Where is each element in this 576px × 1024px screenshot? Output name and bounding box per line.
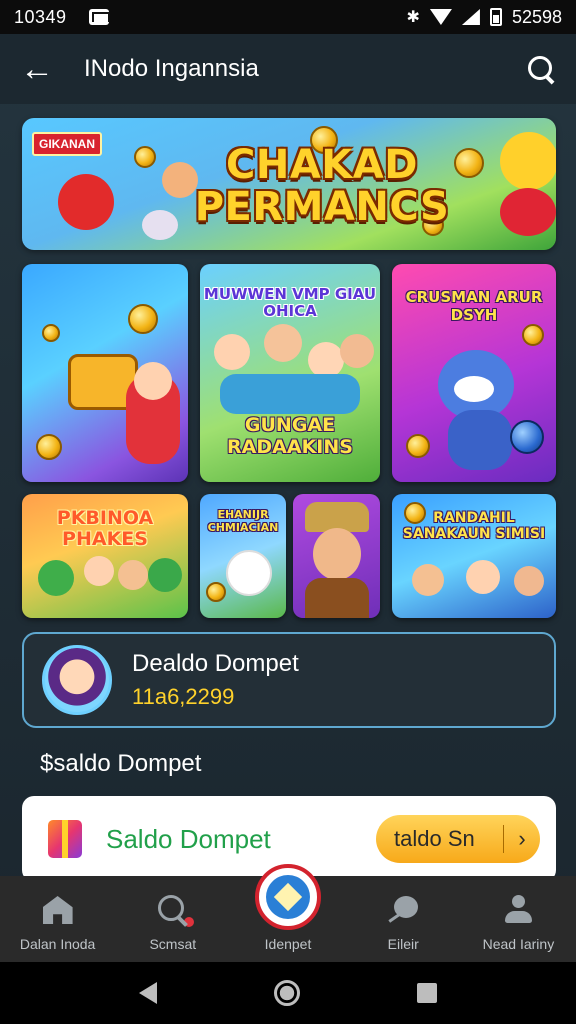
hero-body	[305, 578, 369, 618]
game-tile-treasure[interactable]	[22, 264, 188, 482]
bottom-nav: Dalan Inoda Scmsat Idenpet Eileir Nead I…	[0, 864, 576, 962]
coin-icon	[206, 582, 226, 602]
coin-icon	[406, 434, 430, 458]
tile-title-top: MUWWEN VMP GIAU OHICA	[203, 285, 377, 320]
dog-character	[226, 550, 272, 596]
game-tile-hero[interactable]	[293, 494, 380, 618]
hero-face	[313, 528, 361, 580]
banner-tag: GIKANAN	[32, 132, 102, 156]
nav-label: Nead Iariny	[482, 936, 555, 952]
nav-item-chat[interactable]: Eileir	[346, 876, 461, 962]
diamond-icon	[266, 875, 310, 919]
promo-banner[interactable]: GIKANAN CHAKAD PERMANCS	[22, 118, 556, 250]
tile-title: PKBINOA PHAKES	[56, 507, 154, 550]
search-icon[interactable]	[526, 54, 556, 84]
wallet-balance: 11a6,2299	[132, 684, 235, 709]
bluetooth-icon: ✱	[406, 9, 420, 26]
system-home-icon[interactable]	[273, 980, 300, 1006]
banner-character-body	[500, 188, 556, 236]
tile-character	[84, 556, 114, 586]
star-coin-icon	[510, 420, 544, 454]
nav-item-home[interactable]: Dalan Inoda	[0, 876, 115, 962]
wallet-card[interactable]: Dealdo Dompet 11a6,2299	[22, 632, 556, 728]
section-title: $saldo Dompet	[40, 750, 202, 777]
dog-face	[454, 376, 494, 402]
tile-character	[38, 560, 74, 596]
user-icon	[503, 895, 533, 925]
tile-title-bottom: GUNGAE RADAAKINS	[227, 414, 353, 458]
nav-label: Scmsat	[149, 936, 197, 952]
wallet-name: Dealdo Dompet	[132, 650, 299, 677]
status-right-text: 52598	[511, 6, 562, 27]
coin-icon	[404, 502, 426, 524]
page-title: INodo Ingannsia	[84, 55, 259, 82]
nav-label: Idenpet	[264, 936, 312, 952]
game-tile-friends[interactable]: MUWWEN VMP GIAU OHICA GUNGAE RADAAKINS	[200, 264, 380, 482]
system-back-icon[interactable]	[138, 982, 157, 1004]
tile-character	[412, 564, 444, 596]
phone-screen: 10349 ✱ 52598 ← INodo Ingannsia GIKANAN …	[0, 0, 576, 1024]
chevron-right-icon: ›	[518, 826, 526, 851]
back-arrow-icon[interactable]: ←	[20, 52, 56, 86]
signal-icon	[461, 9, 480, 25]
tile-title-top: CRUSMAN ARUR DSYH	[405, 288, 543, 324]
wifi-icon	[429, 9, 452, 25]
tile-character	[340, 334, 374, 368]
game-tile-monsters[interactable]: PKBINOA PHAKES	[22, 494, 188, 618]
app-bar: ← INodo Ingannsia	[0, 34, 576, 104]
tile-character	[264, 324, 302, 362]
home-icon	[42, 896, 73, 924]
notification-dot	[183, 917, 194, 927]
avatar	[42, 645, 112, 715]
nav-label: Eileir	[387, 936, 419, 952]
banner-headline: CHAKAD PERMANCS	[194, 142, 450, 230]
status-bar: 10349 ✱ 52598	[0, 0, 576, 34]
dog-body	[448, 410, 512, 470]
tile-character	[466, 560, 500, 594]
coin-icon	[134, 146, 156, 168]
tile-character-face	[134, 362, 172, 400]
chat-icon	[388, 896, 419, 924]
game-tile-adventure[interactable]: RANDAHIL SANAKAUN SIMISI	[392, 494, 556, 618]
gift-icon	[48, 820, 82, 858]
tile-character	[214, 334, 250, 370]
banner-character-bird	[58, 174, 114, 230]
banner-character-emoji	[500, 132, 556, 190]
nav-label: Dalan Inoda	[19, 936, 96, 952]
battery-icon	[489, 8, 502, 26]
nav-item-wallet[interactable]: Idenpet	[230, 864, 345, 962]
search-icon	[157, 895, 194, 927]
saldo-action-button[interactable]: taldo Sn ›	[376, 815, 540, 863]
tile-character	[118, 560, 148, 590]
wallet-info: Dealdo Dompet 11a6,2299	[132, 650, 299, 710]
center-action-button[interactable]	[255, 864, 321, 930]
coin-icon	[128, 304, 158, 334]
mail-icon	[88, 9, 110, 25]
game-tile-dog[interactable]: CRUSMAN ARUR DSYH	[392, 264, 556, 482]
system-nav-bar	[0, 962, 576, 1024]
coin-icon	[42, 324, 60, 342]
tile-title: EHANIJR CHMIACIAN	[207, 508, 279, 534]
nav-item-profile[interactable]: Nead Iariny	[461, 876, 576, 962]
game-tile-pet[interactable]: EHANIJR CHMIACIAN	[200, 494, 286, 618]
saldo-action-label: taldo Sn	[394, 826, 475, 851]
tile-characters-body	[220, 374, 360, 414]
nav-item-search[interactable]: Scmsat	[115, 876, 230, 962]
coin-icon	[36, 434, 62, 460]
coin-icon	[522, 324, 544, 346]
tile-character	[308, 342, 344, 378]
system-recents-icon[interactable]	[417, 983, 438, 1003]
status-icons: ✱ 52598	[407, 7, 562, 28]
tile-character	[514, 566, 544, 596]
status-time: 10349	[14, 6, 67, 27]
tile-character	[148, 558, 182, 592]
saldo-card-title: Saldo Dompet	[106, 823, 271, 854]
